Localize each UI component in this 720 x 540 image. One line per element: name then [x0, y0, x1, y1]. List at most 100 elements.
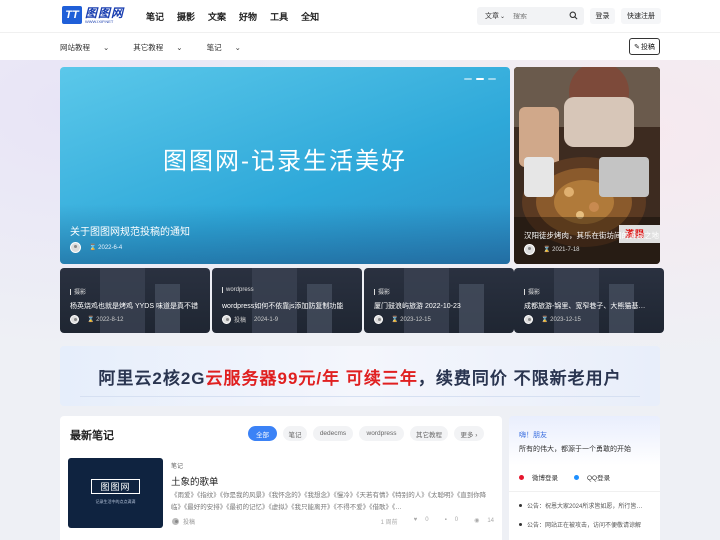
- nav-item-tools[interactable]: 工具: [270, 10, 288, 23]
- subnav-item-other-tutorial[interactable]: 其它教程 ⌄: [133, 42, 194, 53]
- post-time: 1 周前: [380, 520, 398, 526]
- filter-other-tutorial[interactable]: 其它教程: [410, 426, 448, 441]
- section-title: 最新笔记: [70, 430, 114, 442]
- like-count: ♥ 0: [413, 517, 429, 523]
- main-nav: 笔记 摄影 文案 好物 工具 全知: [146, 0, 332, 32]
- site-logo[interactable]: TT 图图网 WWW.IXIP.NET: [62, 6, 124, 24]
- clock-icon: ⌛: [391, 317, 399, 323]
- avatar[interactable]: [70, 315, 79, 324]
- post-excerpt: 《雨爱》《指纹》《你是我的风景》《我怀念的》《我想念》《慢冷》《天若有情》《特别…: [171, 492, 487, 511]
- social-logins: 微博登录 QQ登录: [519, 472, 626, 482]
- login-button[interactable]: 登录: [590, 8, 615, 24]
- sub-nav: 网站教程 ⌄ 其它教程 ⌄ 笔记 ⌄ ✎ 投稿: [0, 32, 720, 60]
- post-thumbnail[interactable]: 图图网 记录生活中的点点滴滴: [68, 458, 163, 528]
- card-tag[interactable]: wordpress: [222, 287, 254, 293]
- comment-count: ▪ 0: [444, 517, 459, 523]
- hero-caption[interactable]: 关于图图网规范投稿的通知: [70, 223, 190, 238]
- avatar[interactable]: [374, 315, 383, 324]
- card-title[interactable]: 厦门鼓浪屿旅游 2022-10-23: [374, 301, 461, 311]
- ad-banner-text: 阿里云2核2G云服务器99元/年 可续三年，续费同价 不限新老用户: [98, 369, 622, 388]
- pencil-icon: ✎: [634, 43, 640, 51]
- card-tag[interactable]: 摄影: [70, 287, 86, 296]
- announcement-item[interactable]: 公告：网站正在被攻击，访问不便敬请谅解: [519, 520, 641, 529]
- slider-dot[interactable]: [464, 78, 472, 80]
- greeting: 嗨！朋友: [519, 432, 547, 439]
- post-card[interactable]: wordpress wordpress如何不依靠js添加防复制功能 投稿 2024…: [212, 268, 362, 333]
- search-input[interactable]: [513, 12, 564, 20]
- feature-card-bbq[interactable]: 漢陽 汉阳徒步烤肉，其乐在街坊间的美食之地 ⌛ 2021-7-18: [514, 67, 660, 264]
- card-author[interactable]: 投稿: [234, 315, 246, 324]
- post-card[interactable]: 摄影 成都旅游-锦里、宽窄巷子、大熊猫基… ⌛ 2023-12-15: [514, 268, 664, 333]
- comment-icon: ▪: [444, 517, 447, 523]
- top-header: TT 图图网 WWW.IXIP.NET 笔记 摄影 文案 好物 工具 全知 文章…: [0, 0, 720, 32]
- avatar[interactable]: [171, 517, 180, 526]
- logo-url: WWW.IXIP.NET: [85, 18, 114, 24]
- latest-notes-panel: 最新笔记 全部 笔记 dedecms wordpress 其它教程 更多 › 图…: [60, 416, 502, 540]
- search-type-select[interactable]: 文章⌄: [485, 11, 505, 21]
- register-button[interactable]: 快速注册: [621, 8, 661, 24]
- card-tag[interactable]: 摄影: [374, 287, 390, 296]
- chevron-down-icon: ⌄: [500, 14, 506, 20]
- nav-item-goods[interactable]: 好物: [239, 10, 257, 23]
- avatar[interactable]: [524, 244, 535, 255]
- filter-notes[interactable]: 笔记: [283, 426, 307, 441]
- post-title[interactable]: 土象的歌单: [171, 474, 219, 488]
- clock-icon: ⌛: [541, 317, 549, 323]
- thumb-subtitle: 记录生活中的点点滴滴: [95, 499, 136, 504]
- card-tag[interactable]: 摄影: [524, 287, 540, 296]
- slider-indicators: [460, 78, 496, 80]
- card-row: 摄影 杨英烧鸡也就是烤鸡 YYDS 味道是真不错 ⌛ 2022-8-12 wor…: [60, 268, 664, 333]
- search-icon[interactable]: [569, 11, 578, 20]
- clock-icon: ⌛: [543, 247, 551, 253]
- hero-image-title: 图图网-记录生活美好: [163, 148, 407, 175]
- weibo-icon: [519, 474, 524, 480]
- nav-item-notes[interactable]: 笔记: [146, 10, 164, 23]
- filter-wordpress[interactable]: wordpress: [359, 426, 404, 441]
- card-title[interactable]: 成都旅游-锦里、宽窄巷子、大熊猫基…: [524, 301, 645, 311]
- avatar[interactable]: [70, 242, 81, 253]
- hero-date: ⌛ 2022-6-4: [89, 245, 123, 251]
- hero-slide[interactable]: 图图网-记录生活美好 关于图图网规范投稿的通知 ⌛ 2022-6-4: [60, 67, 510, 264]
- card-title[interactable]: 杨英烧鸡也就是烤鸡 YYDS 味道是真不错: [70, 301, 198, 311]
- chevron-down-icon: ⌄: [234, 43, 241, 52]
- chevron-down-icon: ⌄: [103, 43, 110, 52]
- nav-item-copy[interactable]: 文案: [208, 10, 226, 23]
- post-tag[interactable]: 笔记: [171, 461, 183, 470]
- view-count: ◉ 14: [474, 518, 494, 524]
- qq-login-button[interactable]: QQ登录: [574, 472, 618, 482]
- post-stats: 1 周前 ♥ 0 ▪ 0 ◉ 14: [373, 517, 494, 526]
- avatar[interactable]: [222, 315, 231, 324]
- nav-item-knowall[interactable]: 全知: [301, 10, 319, 23]
- avatar[interactable]: [524, 315, 533, 324]
- category-filters: 全部 笔记 dedecms wordpress 其它教程 更多 ›: [248, 426, 490, 441]
- logo-mark: TT: [62, 6, 82, 24]
- search-box: 文章⌄: [477, 7, 584, 25]
- clock-icon: ⌛: [89, 245, 97, 251]
- feature-meta: ⌛ 2021-7-18: [524, 244, 580, 255]
- logo-name: 图图网: [85, 5, 125, 20]
- slider-dot[interactable]: [488, 78, 496, 80]
- heart-icon: ♥: [413, 517, 418, 523]
- nav-item-photo[interactable]: 摄影: [177, 10, 195, 23]
- eye-icon: ◉: [474, 518, 480, 524]
- filter-more[interactable]: 更多 ›: [454, 426, 484, 441]
- subnav-item-notes[interactable]: 笔记 ⌄: [207, 42, 253, 53]
- hero-meta: ⌛ 2022-6-4: [70, 242, 122, 253]
- slider-dot-active[interactable]: [476, 78, 484, 80]
- announcement-item[interactable]: 公告：祝恩大家2024所求皆如愿，所行皆…: [519, 501, 642, 510]
- post-card[interactable]: 摄影 杨英烧鸡也就是烤鸡 YYDS 味道是真不错 ⌛ 2022-8-12: [60, 268, 210, 333]
- thumb-title: 图图网: [91, 479, 140, 494]
- weibo-login-button[interactable]: 微博登录: [519, 472, 566, 482]
- feature-caption[interactable]: 汉阳徒步烤肉，其乐在街坊间的美食之地: [524, 230, 659, 241]
- filter-dedecms[interactable]: dedecms: [313, 426, 353, 441]
- subnav-item-site-tutorial[interactable]: 网站教程 ⌄: [60, 42, 121, 53]
- post-submit-button[interactable]: ✎ 投稿: [629, 38, 660, 55]
- post-author[interactable]: 投稿: [183, 517, 195, 526]
- clock-icon: ⌛: [87, 317, 95, 323]
- post-card[interactable]: 摄影 厦门鼓浪屿旅游 2022-10-23 ⌛ 2023-12-15: [364, 268, 514, 333]
- greeting-subtitle: 所有的伟大，都源于一个勇敢的开始: [519, 446, 631, 453]
- card-title[interactable]: wordpress如何不依靠js添加防复制功能: [222, 301, 343, 311]
- user-widget: 嗨！朋友 所有的伟大，都源于一个勇敢的开始 微博登录 QQ登录 公告：祝恩大家2…: [509, 416, 660, 540]
- filter-all[interactable]: 全部: [248, 426, 277, 441]
- ad-banner[interactable]: 阿里云2核2G云服务器99元/年 可续三年，续费同价 不限新老用户: [60, 346, 660, 406]
